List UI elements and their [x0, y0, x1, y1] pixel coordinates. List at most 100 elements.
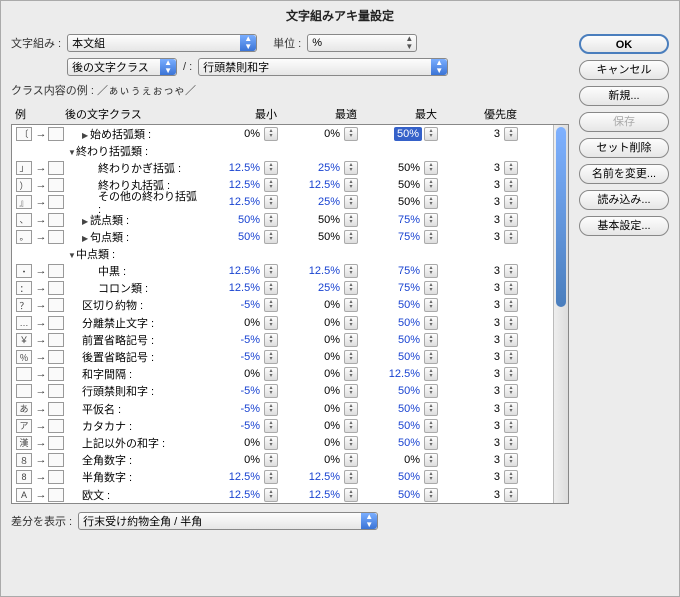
stepper-icon[interactable]: ▴▾ [344, 195, 358, 209]
stepper-icon[interactable]: ▴▾ [424, 213, 438, 227]
min-cell[interactable]: 50%▴▾ [198, 213, 278, 227]
priority-cell[interactable]: 3▴▾ [438, 488, 518, 502]
opt-cell[interactable]: 0%▴▾ [278, 298, 358, 312]
max-cell[interactable]: 75%▴▾ [358, 230, 438, 244]
priority-cell[interactable]: 3▴▾ [438, 161, 518, 175]
stepper-icon[interactable]: ▴▾ [344, 161, 358, 175]
opt-cell[interactable]: 0%▴▾ [278, 127, 358, 141]
delete-button[interactable]: セット削除 [579, 138, 669, 158]
stepper-icon[interactable]: ▴▾ [344, 419, 358, 433]
max-cell[interactable]: 50%▴▾ [358, 470, 438, 484]
stepper-icon[interactable]: ▴▾ [264, 333, 278, 347]
stepper-icon[interactable]: ▴▾ [264, 264, 278, 278]
min-cell[interactable]: -5%▴▾ [198, 333, 278, 347]
max-cell[interactable]: 50%▴▾ [358, 298, 438, 312]
stepper-icon[interactable]: ▴▾ [344, 367, 358, 381]
max-cell[interactable]: 0%▴▾ [358, 453, 438, 467]
opt-cell[interactable]: 0%▴▾ [278, 419, 358, 433]
stepper-icon[interactable]: ▴▾ [424, 350, 438, 364]
priority-cell[interactable]: 3▴▾ [438, 281, 518, 295]
max-cell[interactable]: 50%▴▾ [358, 436, 438, 450]
opt-cell[interactable]: 0%▴▾ [278, 367, 358, 381]
stepper-icon[interactable]: ▴▾ [504, 230, 518, 244]
max-cell[interactable]: 12.5%▴▾ [358, 367, 438, 381]
min-cell[interactable]: 12.5%▴▾ [198, 195, 278, 209]
stepper-icon[interactable]: ▴▾ [424, 436, 438, 450]
min-cell[interactable]: 12.5%▴▾ [198, 178, 278, 192]
max-cell[interactable]: 75%▴▾ [358, 264, 438, 278]
min-cell[interactable]: 12.5%▴▾ [198, 470, 278, 484]
min-cell[interactable]: -5%▴▾ [198, 298, 278, 312]
diff-select[interactable]: 行末受け約物全角 / 半角 ▲▼ [78, 512, 378, 530]
stepper-icon[interactable]: ▴▾ [504, 384, 518, 398]
stepper-icon[interactable]: ▴▾ [424, 281, 438, 295]
stepper-icon[interactable]: ▴▾ [264, 436, 278, 450]
stepper-icon[interactable]: ▴▾ [264, 298, 278, 312]
stepper-icon[interactable]: ▴▾ [264, 350, 278, 364]
min-cell[interactable]: 50%▴▾ [198, 230, 278, 244]
vertical-scrollbar[interactable] [553, 125, 568, 503]
min-cell[interactable]: 12.5%▴▾ [198, 488, 278, 502]
opt-cell[interactable]: 12.5%▴▾ [278, 470, 358, 484]
stepper-icon[interactable]: ▴▾ [504, 470, 518, 484]
max-cell[interactable]: 50%▴▾ [358, 195, 438, 209]
stepper-icon[interactable]: ▴▾ [504, 453, 518, 467]
stepper-icon[interactable]: ▴▾ [264, 178, 278, 192]
stepper-icon[interactable]: ▴▾ [264, 488, 278, 502]
rename-button[interactable]: 名前を変更... [579, 164, 669, 184]
priority-cell[interactable]: 3▴▾ [438, 333, 518, 347]
stepper-icon[interactable]: ▴▾ [264, 453, 278, 467]
stepper-icon[interactable]: ▴▾ [344, 350, 358, 364]
stepper-icon[interactable]: ▴▾ [424, 195, 438, 209]
opt-cell[interactable]: 0%▴▾ [278, 350, 358, 364]
stepper-icon[interactable]: ▴▾ [504, 436, 518, 450]
stepper-icon[interactable]: ▴▾ [504, 178, 518, 192]
stepper-icon[interactable]: ▴▾ [264, 195, 278, 209]
priority-cell[interactable]: 3▴▾ [438, 178, 518, 192]
stepper-icon[interactable]: ▴▾ [424, 453, 438, 467]
scrollbar-thumb[interactable] [556, 127, 566, 307]
stepper-icon[interactable]: ▴▾ [344, 402, 358, 416]
stepper-icon[interactable]: ▴▾ [424, 384, 438, 398]
stepper-icon[interactable]: ▴▾ [424, 333, 438, 347]
stepper-icon[interactable]: ▴▾ [504, 281, 518, 295]
max-cell[interactable]: 50%▴▾ [358, 350, 438, 364]
min-cell[interactable]: 0%▴▾ [198, 367, 278, 381]
priority-cell[interactable]: 3▴▾ [438, 470, 518, 484]
max-cell[interactable]: 50%▴▾ [358, 178, 438, 192]
stepper-icon[interactable]: ▴▾ [424, 230, 438, 244]
min-cell[interactable]: -5%▴▾ [198, 402, 278, 416]
priority-cell[interactable]: 3▴▾ [438, 230, 518, 244]
stepper-icon[interactable]: ▴▾ [344, 127, 358, 141]
min-cell[interactable]: 0%▴▾ [198, 316, 278, 330]
opt-cell[interactable]: 12.5%▴▾ [278, 264, 358, 278]
stepper-icon[interactable]: ▴▾ [344, 470, 358, 484]
max-cell[interactable]: 50%▴▾ [358, 127, 438, 141]
priority-cell[interactable]: 3▴▾ [438, 402, 518, 416]
min-cell[interactable]: 12.5%▴▾ [198, 264, 278, 278]
max-cell[interactable]: 50%▴▾ [358, 384, 438, 398]
priority-cell[interactable]: 3▴▾ [438, 195, 518, 209]
stepper-icon[interactable]: ▴▾ [424, 178, 438, 192]
unit-select[interactable]: % ▲▼ [307, 34, 417, 52]
stepper-icon[interactable]: ▴▾ [504, 333, 518, 347]
stepper-icon[interactable]: ▴▾ [264, 384, 278, 398]
stepper-icon[interactable]: ▴▾ [504, 264, 518, 278]
opt-cell[interactable]: 25%▴▾ [278, 195, 358, 209]
stepper-icon[interactable]: ▴▾ [504, 316, 518, 330]
stepper-icon[interactable]: ▴▾ [424, 419, 438, 433]
basic-button[interactable]: 基本設定... [579, 216, 669, 236]
stepper-icon[interactable]: ▴▾ [264, 367, 278, 381]
stepper-icon[interactable]: ▴▾ [344, 316, 358, 330]
stepper-icon[interactable]: ▴▾ [424, 161, 438, 175]
stepper-icon[interactable]: ▴▾ [504, 161, 518, 175]
max-cell[interactable]: 75%▴▾ [358, 213, 438, 227]
stepper-icon[interactable]: ▴▾ [424, 298, 438, 312]
opt-cell[interactable]: 0%▴▾ [278, 453, 358, 467]
max-cell[interactable]: 50%▴▾ [358, 419, 438, 433]
subclass-select[interactable]: 行頭禁則和字 ▲▼ [198, 58, 448, 76]
min-cell[interactable]: 12.5%▴▾ [198, 161, 278, 175]
stepper-icon[interactable]: ▴▾ [504, 350, 518, 364]
stepper-icon[interactable]: ▴▾ [504, 402, 518, 416]
stepper-icon[interactable]: ▴▾ [424, 470, 438, 484]
